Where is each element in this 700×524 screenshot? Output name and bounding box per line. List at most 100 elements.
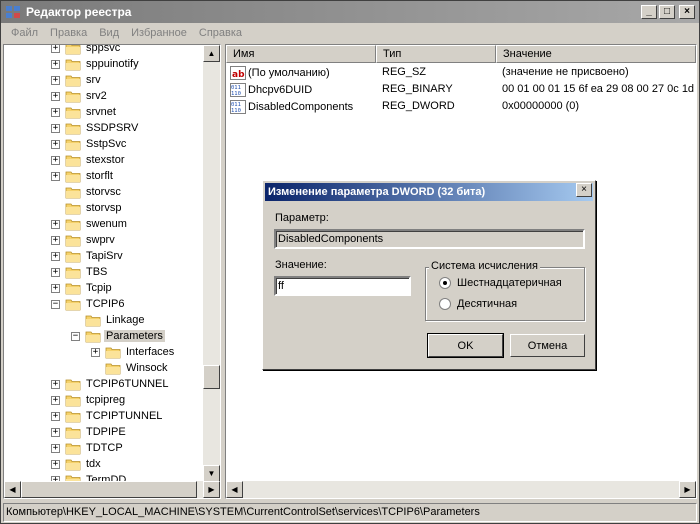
maximize-button[interactable]: □: [659, 5, 675, 19]
values-horizontal-scrollbar[interactable]: ◀ ▶: [226, 481, 696, 498]
expand-icon[interactable]: +: [51, 59, 60, 69]
ok-button[interactable]: OK: [427, 333, 504, 358]
tree-item[interactable]: + TDPIPE: [51, 424, 128, 440]
scroll-right-icon[interactable]: ▶: [679, 481, 696, 498]
menu-help[interactable]: Справка: [193, 27, 248, 39]
folder-icon: [65, 107, 81, 118]
scroll-left-icon[interactable]: ◀: [4, 481, 21, 498]
expand-icon[interactable]: +: [51, 411, 60, 421]
expand-icon[interactable]: +: [51, 235, 60, 245]
value-row[interactable]: 011 110 DisabledComponents: [230, 98, 353, 115]
tree-item[interactable]: storvsc: [51, 184, 123, 200]
tree-item[interactable]: Linkage: [71, 312, 147, 328]
scroll-up-icon[interactable]: ▲: [203, 45, 220, 62]
expand-icon[interactable]: +: [51, 459, 60, 469]
tree-item-label: stexstor: [86, 154, 125, 166]
expand-icon[interactable]: +: [51, 75, 60, 85]
tree-item[interactable]: + Tcpip: [51, 280, 114, 296]
tree-item[interactable]: + storflt: [51, 168, 115, 184]
value-row[interactable]: ab (По умолчанию): [230, 64, 330, 81]
tree-scroll-thumb[interactable]: [203, 365, 220, 389]
tree-hscroll-thumb[interactable]: [21, 481, 197, 498]
menu-view[interactable]: Вид: [93, 27, 125, 39]
expand-icon[interactable]: +: [51, 395, 60, 405]
menu-edit[interactable]: Правка: [44, 27, 93, 39]
close-button[interactable]: ×: [679, 5, 695, 19]
tree-item[interactable]: + srv2: [51, 88, 109, 104]
menu-favorites[interactable]: Избранное: [125, 27, 193, 39]
scroll-down-icon[interactable]: ▼: [203, 465, 220, 482]
expand-icon[interactable]: +: [51, 139, 60, 149]
tree-horizontal-scrollbar[interactable]: ◀ ▶: [4, 481, 220, 498]
expand-icon[interactable]: +: [51, 171, 60, 181]
tree-item[interactable]: + TapiSrv: [51, 248, 125, 264]
expand-icon[interactable]: +: [51, 283, 60, 293]
expand-icon[interactable]: +: [51, 107, 60, 117]
radio-hexadecimal[interactable]: Шестнадцатеричная: [439, 277, 562, 289]
title-bar[interactable]: Редактор реестра _ □ ×: [1, 1, 699, 23]
tree-item[interactable]: + TBS: [51, 264, 109, 280]
tree-item[interactable]: + SSDPSRV: [51, 120, 140, 136]
folder-icon: [65, 443, 81, 454]
column-type[interactable]: Тип: [376, 45, 496, 63]
expand-icon[interactable]: +: [51, 443, 60, 453]
tree-item[interactable]: + srv: [51, 72, 103, 88]
column-value[interactable]: Значение: [496, 45, 696, 63]
tree-vertical-scrollbar[interactable]: ▲ ▼: [203, 45, 220, 482]
edit-dword-dialog: Изменение параметра DWORD (32 бита) × Па…: [262, 180, 596, 370]
dialog-title[interactable]: Изменение параметра DWORD (32 бита): [265, 183, 593, 201]
scroll-left-icon[interactable]: ◀: [226, 481, 243, 498]
tree-item[interactable]: + stexstor: [51, 152, 127, 168]
minimize-button[interactable]: _: [641, 5, 657, 19]
menu-file[interactable]: Файл: [5, 27, 44, 39]
tree-item[interactable]: + TCPIPTUNNEL: [51, 408, 164, 424]
tree-item-label: TDPIPE: [86, 426, 126, 438]
value-type: REG_SZ: [382, 66, 427, 78]
expand-icon[interactable]: +: [51, 427, 60, 437]
expand-icon[interactable]: +: [51, 267, 60, 277]
folder-icon: [65, 75, 81, 86]
svg-text:ab: ab: [232, 70, 245, 80]
tree-item[interactable]: storvsp: [51, 200, 123, 216]
expand-icon[interactable]: +: [51, 155, 60, 165]
column-name[interactable]: Имя: [226, 45, 376, 63]
folder-icon: [65, 155, 81, 166]
radio-decimal[interactable]: Десятичная: [439, 298, 517, 310]
value-name: DisabledComponents: [248, 100, 354, 113]
value-row[interactable]: 011 110 Dhcpv6DUID: [230, 81, 312, 98]
expand-icon[interactable]: +: [51, 379, 60, 389]
expand-icon[interactable]: +: [51, 45, 60, 53]
expand-icon[interactable]: +: [91, 347, 100, 357]
value-data: 0x00000000 (0): [502, 100, 580, 112]
collapse-icon[interactable]: −: [51, 299, 60, 309]
expand-icon[interactable]: +: [51, 91, 60, 101]
expand-icon[interactable]: +: [51, 123, 60, 133]
cancel-button[interactable]: Отмена: [510, 334, 585, 357]
tree-item[interactable]: + SstpSvc: [51, 136, 128, 152]
value-data: 00 01 00 01 15 6f ea 29 08 00 27 0c 1d: [502, 83, 695, 95]
tree-item[interactable]: + TDTCP: [51, 440, 125, 456]
tree-item[interactable]: Winsock: [91, 360, 170, 376]
dialog-close-icon[interactable]: ×: [576, 183, 592, 197]
expand-icon[interactable]: +: [51, 219, 60, 229]
menu-bar: Файл Правка Вид Избранное Справка: [1, 23, 699, 43]
folder-icon: [65, 411, 81, 422]
tree-item[interactable]: + TCPIP6TUNNEL: [51, 376, 171, 392]
tree-item[interactable]: + Interfaces: [91, 344, 176, 360]
collapse-icon[interactable]: −: [71, 331, 80, 341]
tree-item[interactable]: − TCPIP6: [51, 296, 127, 312]
tree-item[interactable]: + srvnet: [51, 104, 118, 120]
expand-icon[interactable]: +: [51, 251, 60, 261]
tree-item[interactable]: + tdx: [51, 456, 103, 472]
tree-item[interactable]: + tcpipreg: [51, 392, 127, 408]
tree-item-label: TBS: [86, 266, 108, 278]
tree-item[interactable]: + swenum: [51, 216, 129, 232]
folder-icon: [65, 427, 81, 438]
value-input[interactable]: ff: [274, 276, 411, 296]
tree-item[interactable]: + sppuinotify: [51, 56, 141, 72]
scroll-right-icon[interactable]: ▶: [203, 481, 220, 498]
folder-icon: [105, 347, 121, 358]
tree-item[interactable]: + swprv: [51, 232, 117, 248]
tree-item[interactable]: − Parameters: [71, 328, 165, 344]
tree-item[interactable]: + sppsvc: [51, 45, 122, 56]
